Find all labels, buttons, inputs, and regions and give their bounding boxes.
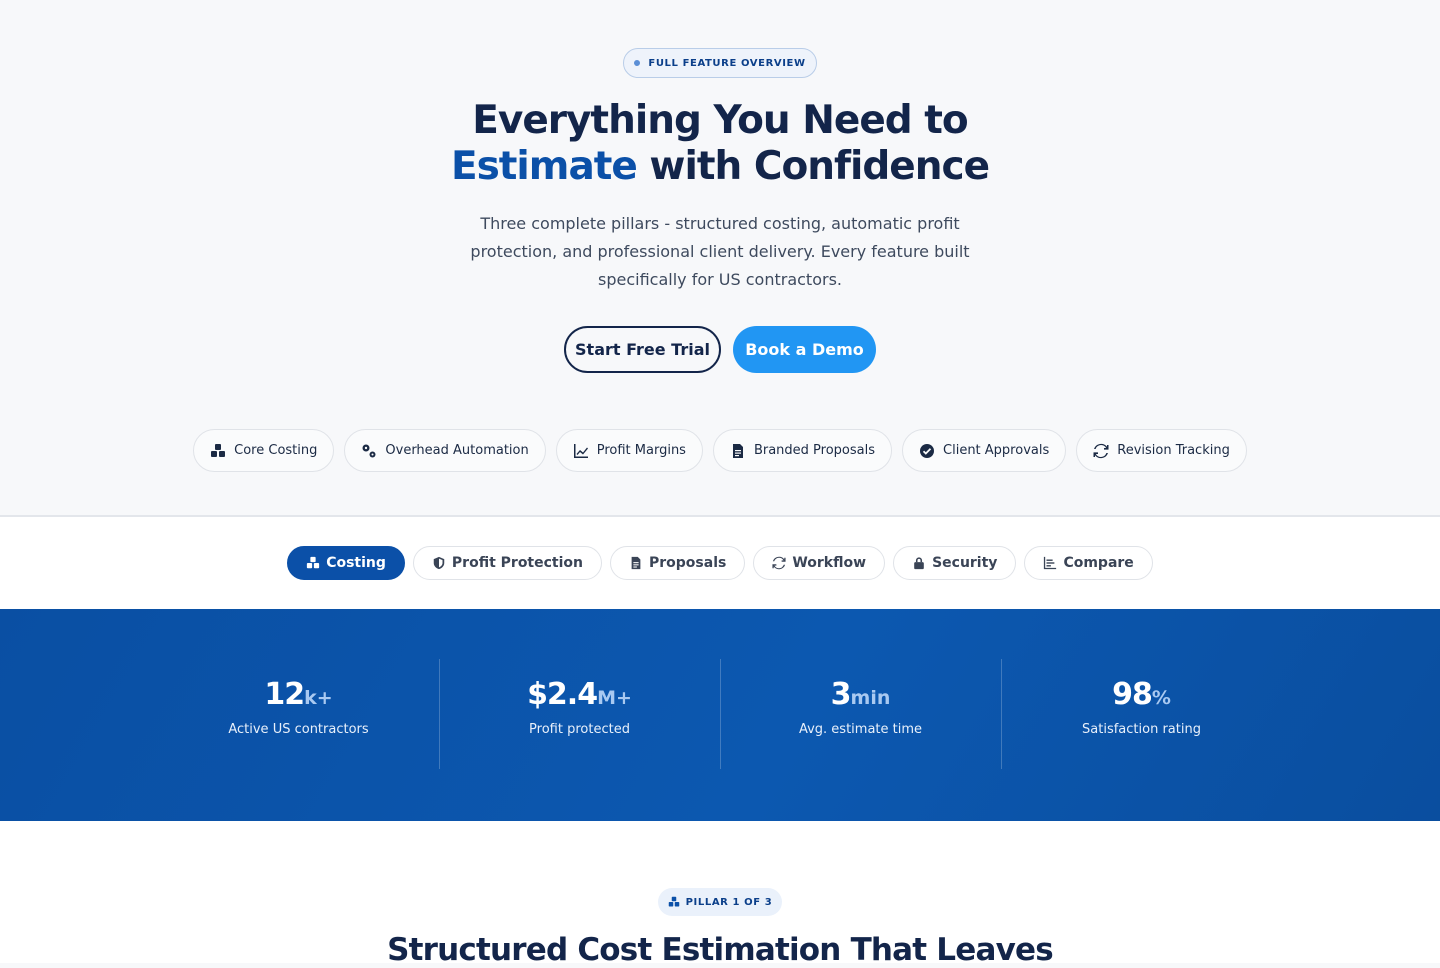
title-line-1: Everything You Need to [472,98,968,143]
tab-label: Security [932,555,998,571]
feature-chip-label: Client Approvals [943,443,1050,458]
cubes-icon [211,443,226,457]
feature-chip-core-costing[interactable]: Core Costing [193,429,335,472]
feature-chip-branded-proposals[interactable]: Branded Proposals [712,429,893,472]
stat-label: Satisfaction rating [1082,722,1201,737]
pillar-badge: PILLAR 1 OF 3 [658,888,782,916]
section-tab-bar: Costing Profit Protection Proposals Work… [0,517,1440,609]
stat-value: $2.4M+ [439,677,720,712]
tab-label: Profit Protection [451,555,583,571]
stat-unit: M+ [597,687,632,709]
tab-costing[interactable]: Costing [287,546,405,580]
tab-label: Workflow [792,555,867,571]
feature-overview-badge: FULL FEATURE OVERVIEW [623,48,817,78]
stat-unit: k+ [304,687,333,709]
feature-chip-label: Core Costing [234,443,318,458]
feature-chips: Core Costing Overhead Automation Profit … [0,429,1440,472]
tab-profit-protection[interactable]: Profit Protection [412,546,602,580]
refresh-icon [772,556,786,570]
tab-label: Compare [1063,555,1134,571]
cogs-icon [362,444,376,457]
feature-chip-label: Branded Proposals [753,443,876,458]
book-demo-button[interactable]: Book a Demo [733,326,876,373]
feature-chip-label: Overhead Automation [385,443,529,458]
hero-subtitle: Three complete pillars - structured cost… [470,214,970,289]
stat-label: Avg. estimate time [798,722,923,737]
start-free-trial-button[interactable]: Start Free Trial [564,326,721,373]
tab-label: Costing [326,555,386,571]
stat-label: Active US contractors [228,722,369,737]
feature-chip-client-approvals[interactable]: Client Approvals [902,429,1067,472]
feature-chip-profit-margins[interactable]: Profit Margins [555,429,703,472]
feature-chip-overhead-automation[interactable]: Overhead Automation [344,429,546,472]
feature-chip-revision-tracking[interactable]: Revision Tracking [1076,429,1247,472]
tab-compare[interactable]: Compare [1024,546,1153,580]
stat-value: 3min [720,677,1001,712]
check-circle-icon [920,443,935,458]
stat-value: 12k+ [158,677,439,712]
hero-section: FULL FEATURE OVERVIEW Everything You Nee… [0,0,1440,517]
stat-label: Profit protected [529,722,630,737]
lock-icon [914,557,924,570]
stat-value: 98% [1001,677,1282,712]
title-rest: with Confidence [636,144,990,189]
badge-label: FULL FEATURE OVERVIEW [648,57,806,69]
title-accent: Estimate [450,144,638,189]
tab-label: Proposals [649,555,727,571]
line-chart-icon [573,443,588,458]
stat-number: $2.4 [527,677,598,712]
cubes-icon [668,896,679,907]
stat-number: 12 [264,677,305,712]
pillar-section: PILLAR 1 OF 3 Structured Cost Estimation… [0,821,1440,968]
pillar-badge-label: PILLAR 1 OF 3 [685,896,773,908]
stat-number: 3 [830,677,852,712]
document-icon [631,556,641,570]
feature-chip-label: Revision Tracking [1117,443,1230,458]
stat-satisfaction: 98% Satisfaction rating [1001,609,1282,821]
stat-unit: min [850,687,891,709]
feature-chip-label: Profit Margins [596,443,686,458]
badge-dot-icon [634,60,641,66]
stats-band: 12k+ Active US contractors $2.4M+ Profit… [0,609,1440,821]
cubes-icon [307,556,320,569]
stat-number: 98 [1112,677,1153,712]
stat-active-contractors: 12k+ Active US contractors [158,609,439,821]
shield-icon [433,556,445,570]
stat-unit: % [1151,687,1171,709]
tab-workflow[interactable]: Workflow [753,546,886,580]
tab-proposals[interactable]: Proposals [610,546,746,580]
page-title: Everything You Need to Estimate with Con… [0,98,1440,190]
document-icon [732,443,743,458]
cta-row: Start Free Trial Book a Demo [0,326,1440,373]
tab-security[interactable]: Security [893,546,1017,580]
stat-estimate-time: 3min Avg. estimate time [720,609,1001,821]
stat-profit-protected: $2.4M+ Profit protected [439,609,720,821]
refresh-icon [1093,443,1109,458]
bar-chart-icon [1044,556,1057,570]
